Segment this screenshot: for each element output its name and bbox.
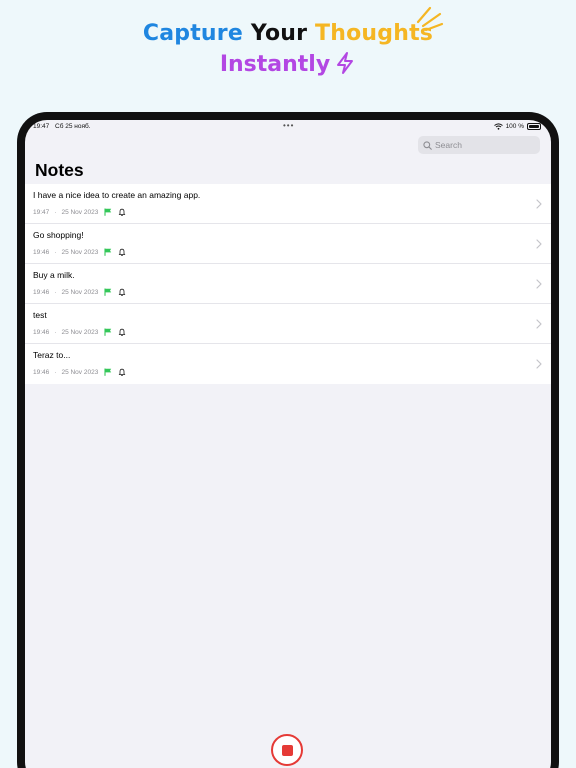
meta-separator: · — [54, 368, 57, 376]
bell-icon — [119, 208, 126, 216]
chevron-right-icon — [536, 279, 542, 289]
flag-icon — [104, 248, 112, 256]
headline-word-your: Your — [250, 21, 308, 46]
note-time: 19:47 — [33, 208, 50, 216]
note-date: 25 Nov 2023 — [61, 208, 99, 216]
search-input[interactable]: Search — [418, 136, 540, 154]
record-button[interactable] — [271, 734, 303, 766]
meta-separator: · — [54, 288, 57, 296]
note-meta: 19:46 · 25 Nov 2023 — [33, 288, 126, 296]
note-title: Go shopping! — [33, 230, 84, 240]
chevron-right-icon — [536, 239, 542, 249]
status-time: 19:47 — [33, 123, 50, 130]
search-icon — [423, 140, 432, 150]
headline-line-1: Capture Your Thoughts — [0, 20, 576, 48]
flag-icon — [104, 288, 112, 296]
status-right: 100 % — [493, 123, 541, 130]
note-title: test — [33, 310, 47, 320]
marketing-headline: Capture Your Thoughts Instantly — [0, 20, 576, 80]
note-meta: 19:46 · 25 Nov 2023 — [33, 328, 126, 336]
note-date: 25 Nov 2023 — [61, 368, 99, 376]
page: Capture Your Thoughts Instantly 19:47 Сб… — [0, 0, 576, 768]
chevron-right-icon — [536, 359, 542, 369]
note-title: Teraz to... — [33, 350, 71, 360]
flag-icon — [104, 368, 112, 376]
bell-icon — [119, 288, 126, 296]
note-time: 19:46 — [33, 368, 50, 376]
note-title: I have a nice idea to create an amazing … — [33, 190, 201, 200]
battery-icon — [527, 123, 541, 130]
note-row[interactable]: Go shopping! 19:46 · 25 Nov 2023 — [25, 224, 551, 264]
note-date: 25 Nov 2023 — [61, 288, 99, 296]
note-row[interactable]: I have a nice idea to create an amazing … — [25, 184, 551, 224]
bell-icon — [119, 248, 126, 256]
stop-icon — [281, 744, 293, 756]
notes-list: I have a nice idea to create an amazing … — [25, 184, 551, 384]
headline-word-capture: Capture — [142, 21, 243, 46]
note-time: 19:46 — [33, 328, 50, 336]
note-date: 25 Nov 2023 — [61, 328, 99, 336]
flag-icon — [104, 208, 112, 216]
note-date: 25 Nov 2023 — [61, 248, 99, 256]
meta-separator: · — [54, 208, 57, 216]
chevron-right-icon — [536, 319, 542, 329]
headline-line-2: Instantly — [0, 50, 576, 80]
headline-word-instantly: Instantly — [219, 52, 331, 77]
note-title: Buy a milk. — [33, 270, 75, 280]
chevron-right-icon — [536, 199, 542, 209]
search-placeholder: Search — [435, 140, 462, 150]
note-row[interactable]: test 19:46 · 25 Nov 2023 — [25, 304, 551, 344]
wifi-icon — [493, 123, 503, 130]
note-row[interactable]: Teraz to... 19:46 · 25 Nov 2023 — [25, 344, 551, 384]
note-meta: 19:47 · 25 Nov 2023 — [33, 208, 126, 216]
note-time: 19:46 — [33, 288, 50, 296]
tablet-frame: 19:47 Сб 25 нояб. ••• 100 % Search Notes… — [17, 112, 559, 768]
spark-lines-icon — [416, 6, 444, 32]
note-meta: 19:46 · 25 Nov 2023 — [33, 248, 126, 256]
lightning-bolt-icon — [337, 52, 354, 74]
flag-icon — [104, 328, 112, 336]
multitasking-dots[interactable]: ••• — [283, 121, 294, 130]
note-row[interactable]: Buy a milk. 19:46 · 25 Nov 2023 — [25, 264, 551, 304]
meta-separator: · — [54, 248, 57, 256]
bell-icon — [119, 368, 126, 376]
note-time: 19:46 — [33, 248, 50, 256]
page-title: Notes — [35, 160, 84, 180]
battery-percentage: 100 % — [505, 123, 524, 130]
status-bar: 19:47 Сб 25 нояб. ••• 100 % — [25, 120, 551, 134]
meta-separator: · — [54, 328, 57, 336]
app-screen: 19:47 Сб 25 нояб. ••• 100 % Search Notes… — [25, 120, 551, 768]
status-date: Сб 25 нояб. — [55, 123, 91, 130]
bell-icon — [119, 328, 126, 336]
note-meta: 19:46 · 25 Nov 2023 — [33, 368, 126, 376]
